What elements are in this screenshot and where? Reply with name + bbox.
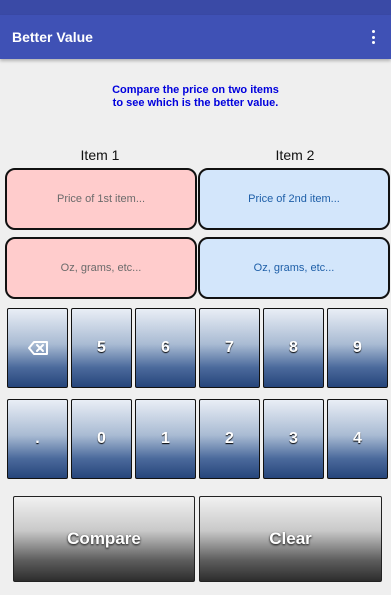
key-8[interactable]: 8	[263, 308, 324, 388]
overflow-menu-icon[interactable]	[369, 30, 377, 44]
instructions-line-2: to see which is the better value.	[112, 97, 279, 109]
status-bar	[0, 0, 391, 15]
backspace-icon	[27, 341, 48, 355]
key-decimal[interactable]: .	[7, 399, 68, 479]
key-3[interactable]: 3	[263, 399, 324, 479]
item1-header: Item 1	[80, 147, 120, 163]
item2-header: Item 2	[275, 147, 315, 163]
app-bar: Better Value	[0, 15, 391, 59]
key-6[interactable]: 6	[135, 308, 196, 388]
key-7[interactable]: 7	[199, 308, 260, 388]
item1-price-field[interactable]: Price of 1st item...	[5, 168, 197, 230]
clear-button[interactable]: Clear	[199, 496, 382, 582]
key-9[interactable]: 9	[327, 308, 388, 388]
key-5[interactable]: 5	[71, 308, 132, 388]
key-4[interactable]: 4	[327, 399, 388, 479]
instructions: Compare the price on two items to see wh…	[0, 84, 391, 110]
item2-unit-field[interactable]: Oz, grams, etc...	[198, 237, 390, 299]
key-1[interactable]: 1	[135, 399, 196, 479]
item1-unit-field[interactable]: Oz, grams, etc...	[5, 237, 197, 299]
key-2[interactable]: 2	[199, 399, 260, 479]
item2-price-field[interactable]: Price of 2nd item...	[198, 168, 390, 230]
key-0[interactable]: 0	[71, 399, 132, 479]
backspace-key[interactable]	[7, 308, 68, 388]
app-title: Better Value	[12, 29, 93, 45]
instructions-line-1: Compare the price on two items	[112, 84, 279, 96]
compare-button[interactable]: Compare	[13, 496, 195, 582]
